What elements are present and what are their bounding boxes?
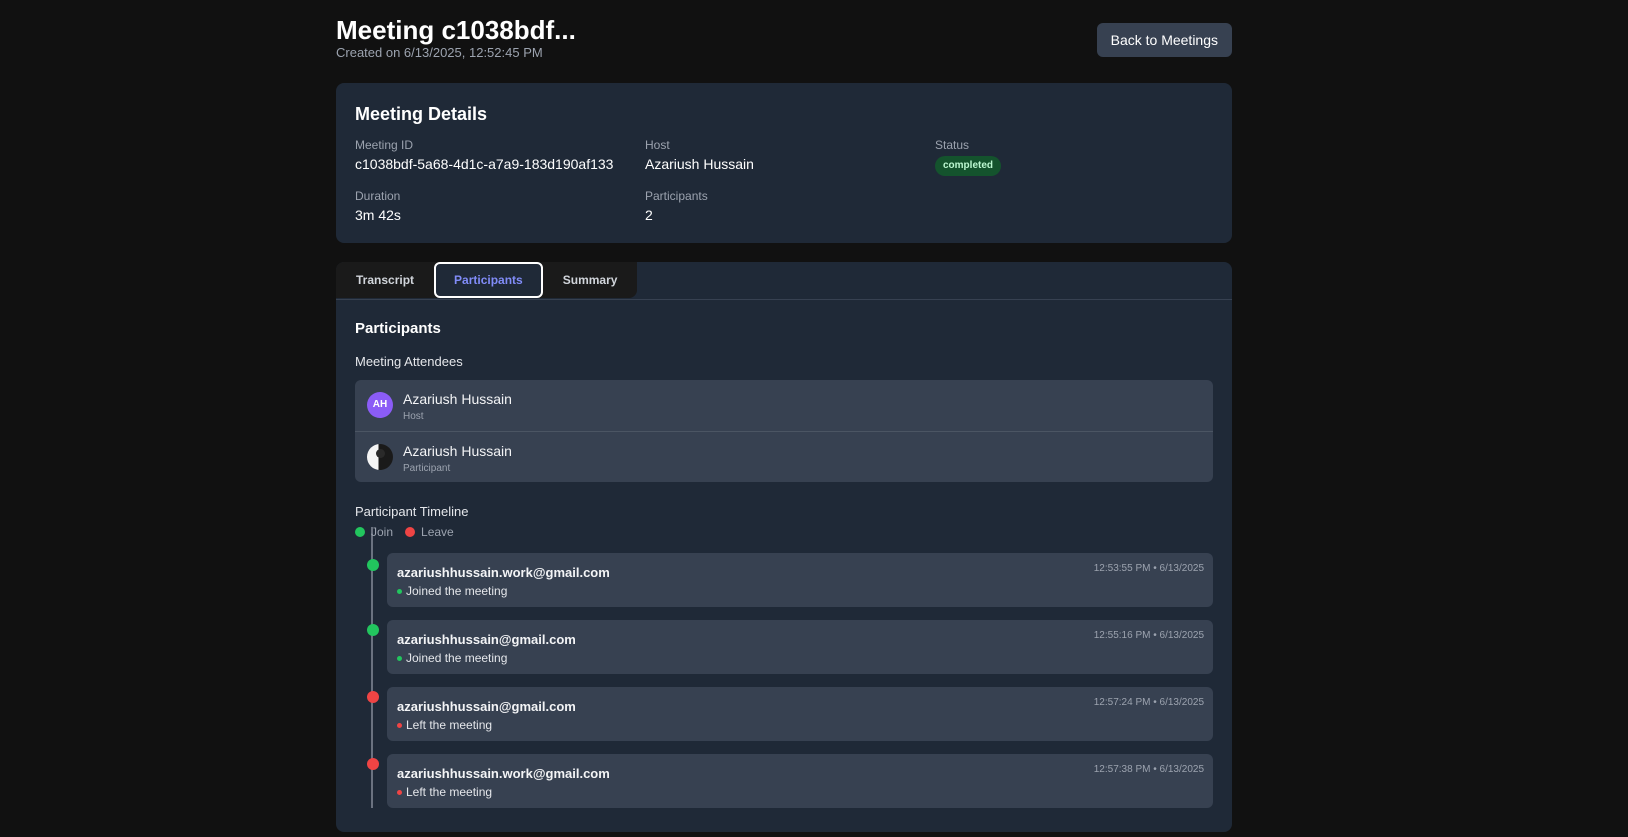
status-field: Status completed [935, 138, 1002, 176]
tab-bar: Transcript Participants Summary [336, 262, 638, 298]
event-email: azariushhussain.work@gmail.com [397, 766, 610, 781]
status-label: Status [935, 138, 970, 152]
event-action-text: Joined the meeting [406, 651, 508, 665]
event-action-text: Left the meeting [406, 718, 493, 732]
event-action: Joined the meeting [397, 584, 507, 598]
leave-node-icon [367, 758, 379, 770]
status-badge: completed [935, 156, 1002, 176]
event-action-text: Joined the meeting [406, 584, 508, 598]
join-dot-icon [397, 656, 402, 662]
attendee-row: Azariush Hussain Participant [355, 431, 1213, 482]
event-time: 12:55:16 PM • 6/13/2025 [1093, 630, 1204, 641]
timeline-heading: Participant Timeline [355, 504, 469, 519]
attendees-heading: Meeting Attendees [355, 354, 463, 369]
attendee-list: AH Azariush Hussain Host Azariush Hussai… [355, 380, 1213, 482]
leave-dot-icon [397, 790, 402, 796]
meeting-details-heading: Meeting Details [355, 104, 488, 124]
leave-dot-icon [405, 527, 416, 537]
legend-leave-label: Leave [421, 525, 454, 539]
timeline-event: azariushhussain@gmail.com Joined the mee… [387, 620, 1213, 674]
timeline-event: azariushhussain.work@gmail.com Joined th… [387, 553, 1213, 607]
tab-summary[interactable]: Summary [543, 262, 638, 298]
legend-join-label: Join [371, 525, 394, 539]
join-node-icon [367, 559, 379, 571]
attendee-name: Azariush Hussain [403, 391, 512, 407]
avatar: AH [367, 392, 393, 418]
event-action-text: Left the meeting [406, 785, 493, 799]
join-node-icon [367, 624, 379, 636]
event-email: azariushhussain@gmail.com [397, 699, 576, 714]
tab-divider [336, 299, 1232, 300]
event-action: Left the meeting [397, 718, 492, 732]
event-action: Left the meeting [397, 785, 492, 799]
timeline-event: azariushhussain@gmail.com Left the meeti… [387, 687, 1213, 741]
host-value: Azariush Hussain [645, 156, 754, 172]
host-field: Host Azariush Hussain [645, 138, 754, 172]
tab-transcript[interactable]: Transcript [336, 262, 434, 298]
attendee-row: AH Azariush Hussain Host [355, 380, 1213, 431]
duration-field: Duration 3m 42s [355, 189, 401, 223]
attendee-role: Host [403, 411, 424, 422]
timeline-legend: Join Leave [355, 525, 466, 539]
back-to-meetings-button[interactable]: Back to Meetings [1096, 23, 1232, 57]
participants-count-value: 2 [645, 207, 653, 223]
meeting-page: Meeting c1038bdf... Created on 6/13/2025… [336, 0, 1232, 832]
host-label: Host [645, 138, 670, 152]
event-email: azariushhussain.work@gmail.com [397, 565, 610, 580]
attendee-role: Participant [403, 463, 451, 474]
leave-node-icon [367, 691, 379, 703]
created-timestamp: Created on 6/13/2025, 12:52:45 PM [336, 45, 543, 60]
participants-count-field: Participants 2 [645, 189, 708, 223]
event-time: 12:57:24 PM • 6/13/2025 [1093, 697, 1204, 708]
page-title: Meeting c1038bdf... [336, 15, 576, 45]
event-time: 12:53:55 PM • 6/13/2025 [1093, 563, 1204, 574]
timeline-event: azariushhussain.work@gmail.com Left the … [387, 754, 1213, 808]
avatar-photo [367, 444, 393, 470]
legend-join: Join [355, 525, 393, 539]
meeting-details-card: Meeting Details Meeting ID c1038bdf-5a68… [336, 83, 1232, 243]
meeting-id-value: c1038bdf-5a68-4d1c-a7a9-183d190af133 [355, 156, 614, 172]
event-action: Joined the meeting [397, 651, 507, 665]
attendee-name: Azariush Hussain [403, 443, 512, 459]
tabs-panel: Transcript Participants Summary Particip… [336, 262, 1232, 832]
tab-participants[interactable]: Participants [434, 262, 543, 298]
page-header: Meeting c1038bdf... Created on 6/13/2025… [336, 0, 1232, 82]
event-time: 12:57:38 PM • 6/13/2025 [1093, 764, 1204, 775]
duration-label: Duration [355, 189, 401, 203]
duration-value: 3m 42s [355, 207, 401, 223]
join-dot-icon [355, 527, 365, 537]
event-email: azariushhussain@gmail.com [397, 632, 576, 647]
participants-section-title: Participants [355, 320, 441, 337]
join-dot-icon [397, 589, 402, 595]
meeting-id-field: Meeting ID c1038bdf-5a68-4d1c-a7a9-183d1… [355, 138, 613, 172]
participants-count-label: Participants [645, 189, 708, 203]
legend-leave: Leave [405, 525, 454, 539]
leave-dot-icon [397, 723, 402, 729]
meeting-id-label: Meeting ID [355, 138, 414, 152]
